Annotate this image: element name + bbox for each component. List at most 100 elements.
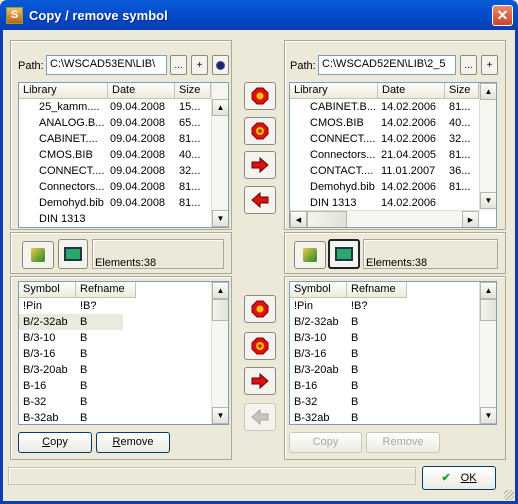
scroll-down-icon[interactable]: ▼	[480, 407, 496, 424]
copy-library-right-button[interactable]	[244, 151, 276, 179]
copy-all-libraries-button[interactable]	[244, 82, 276, 110]
symbol-row[interactable]: B/2-32ab B	[19, 314, 123, 330]
symbol-row[interactable]: B/3-20ab B	[19, 362, 123, 378]
column-header[interactable]: Symbol	[19, 282, 76, 298]
symbol-row[interactable]: B-32ab B	[19, 410, 123, 424]
column-header[interactable]: Refname	[76, 282, 136, 298]
right-path-field[interactable]: C:\WSCAD52EN\LIB\2_5	[318, 55, 456, 75]
right-add-path-button[interactable]: +	[481, 55, 498, 75]
right-symbol-list[interactable]: Symbol Refname !Pin !B? B/2-32ab B B/3-10 B B/…	[289, 281, 497, 425]
right-view-button[interactable]	[328, 239, 360, 269]
left-symbol-scrollbar[interactable]: ▲ ▼	[211, 282, 228, 424]
left-view-button[interactable]	[58, 239, 88, 269]
library-row[interactable]: DIN 1313	[19, 211, 183, 227]
left-library-scrollbar[interactable]: ▲ ▼	[211, 83, 228, 227]
column-header[interactable]: Symbol	[290, 282, 347, 298]
scroll-up-icon[interactable]: ▲	[212, 282, 228, 299]
column-header[interactable]: Date	[108, 83, 175, 99]
ok-button[interactable]: ✔ OK	[422, 466, 496, 490]
left-symbol-list[interactable]: Symbol Refname !Pin !B? B/2-32ab B B/3-10 B B/…	[18, 281, 229, 425]
right-browse-button[interactable]: ...	[460, 55, 477, 75]
right-copy-button[interactable]: Copy	[289, 432, 362, 453]
right-library-scrollbar[interactable]: ▲ ▼	[479, 83, 496, 211]
library-row[interactable]: ANALOG.B... 09.04.2008 65...	[19, 115, 200, 131]
symbol-row[interactable]: B/3-10 B	[290, 330, 394, 346]
right-library-list[interactable]: Library Date Size CABINET.B... 14.02.2006…	[289, 82, 497, 228]
scroll-thumb[interactable]	[480, 299, 496, 321]
left-remove-button[interactable]: Remove	[96, 432, 170, 453]
copy-symbol-left-button[interactable]	[244, 403, 276, 431]
left-copy-button[interactable]: Copy	[18, 432, 92, 453]
scroll-left-icon[interactable]: ◀	[290, 211, 307, 227]
scroll-down-icon[interactable]: ▼	[212, 210, 228, 227]
library-row[interactable]: CONNECT.... 14.02.2006 32...	[290, 131, 470, 147]
library-row[interactable]: Connectors... 21.04.2005 81...	[290, 147, 470, 163]
column-header[interactable]: Refname	[347, 282, 407, 298]
table-cell: !B?	[351, 300, 368, 312]
table-cell: B	[351, 412, 359, 424]
library-row[interactable]: Demohyd.bib 14.02.2006 81...	[290, 179, 470, 195]
arrow-left-icon	[251, 409, 269, 425]
left-network-button[interactable]	[212, 55, 229, 75]
library-row[interactable]: Demohyd.bib 09.04.2008 81...	[19, 195, 200, 211]
library-row[interactable]: CMOS.BIB 09.04.2008 40...	[19, 147, 200, 163]
library-row[interactable]: CMOS.BIB 14.02.2006 40...	[290, 115, 470, 131]
column-header[interactable]: Size	[445, 83, 479, 99]
right-library-hscrollbar[interactable]: ◀ ▶	[290, 210, 479, 227]
table-cell: B	[351, 364, 359, 376]
close-icon[interactable]: ✕	[492, 5, 513, 26]
scroll-thumb[interactable]	[212, 299, 228, 321]
column-header[interactable]: Library	[19, 83, 108, 99]
left-add-path-button[interactable]: +	[191, 55, 208, 75]
copy-all-symbols-button[interactable]	[244, 295, 276, 323]
symbol-row[interactable]: B/3-10 B	[19, 330, 123, 346]
column-header[interactable]: Date	[378, 83, 445, 99]
column-header[interactable]: Library	[290, 83, 378, 99]
remove-library-button[interactable]	[244, 117, 276, 145]
left-edit-button[interactable]	[22, 241, 54, 269]
right-edit-button[interactable]	[294, 241, 326, 269]
scroll-thumb[interactable]	[307, 211, 347, 227]
library-row[interactable]: CONNECT.... 09.04.2008 32...	[19, 163, 200, 179]
library-row[interactable]: CABINET.... 09.04.2008 81...	[19, 131, 200, 147]
table-cell: B	[80, 380, 88, 392]
symbol-row[interactable]: B/3-20ab B	[290, 362, 394, 378]
symbol-row[interactable]: B-16 B	[290, 378, 394, 394]
library-row[interactable]: CABINET.B... 14.02.2006 81...	[290, 99, 470, 115]
copy-library-left-button[interactable]	[244, 186, 276, 214]
copy-symbol-right-button[interactable]	[244, 367, 276, 395]
symbol-row[interactable]: B-32 B	[290, 394, 394, 410]
left-library-list[interactable]: Library Date Size 25_kamm.... 09.04.2008 1…	[18, 82, 229, 228]
table-cell: B	[351, 316, 359, 328]
scroll-down-icon[interactable]: ▼	[480, 192, 496, 209]
left-browse-button[interactable]: ...	[170, 55, 187, 75]
column-header[interactable]: Size	[175, 83, 211, 99]
scroll-up-icon[interactable]: ▲	[480, 83, 496, 100]
resize-grip[interactable]	[504, 490, 514, 500]
symbol-row[interactable]: B-32 B	[19, 394, 123, 410]
library-row[interactable]: DIN 1313 14.02.2006	[290, 195, 448, 211]
symbol-row[interactable]: B-32ab B	[290, 410, 394, 424]
table-cell: 14.02.2006	[381, 181, 437, 193]
right-remove-button[interactable]: Remove	[366, 432, 440, 453]
symbol-row[interactable]: B/3-16 B	[19, 346, 123, 362]
library-row[interactable]: Connectors... 09.04.2008 81...	[19, 179, 200, 195]
library-row[interactable]: CONTACT.... 11.01.2007 36...	[290, 163, 470, 179]
scroll-up-icon[interactable]: ▲	[480, 282, 496, 299]
remove-symbol-button[interactable]	[244, 332, 276, 360]
symbol-row[interactable]: B-16 B	[19, 378, 123, 394]
scroll-up-icon[interactable]: ▲	[212, 99, 228, 116]
scroll-down-icon[interactable]: ▼	[212, 407, 228, 424]
symbol-row[interactable]: !Pin !B?	[290, 298, 394, 314]
table-cell: 09.04.2008	[110, 165, 166, 177]
symbol-row[interactable]: B/2-32ab B	[290, 314, 394, 330]
symbol-row[interactable]: !Pin !B?	[19, 298, 123, 314]
table-cell: B/3-10	[294, 332, 327, 344]
symbol-row[interactable]: B/3-16 B	[290, 346, 394, 362]
left-path-field[interactable]: C:\WSCAD53EN\LIB\	[46, 55, 167, 75]
table-cell: Demohyd.bib	[39, 197, 104, 209]
arrow-right-icon	[251, 157, 269, 173]
library-row[interactable]: 25_kamm.... 09.04.2008 15...	[19, 99, 200, 115]
right-symbol-scrollbar[interactable]: ▲ ▼	[479, 282, 496, 424]
scroll-right-icon[interactable]: ▶	[462, 211, 479, 227]
